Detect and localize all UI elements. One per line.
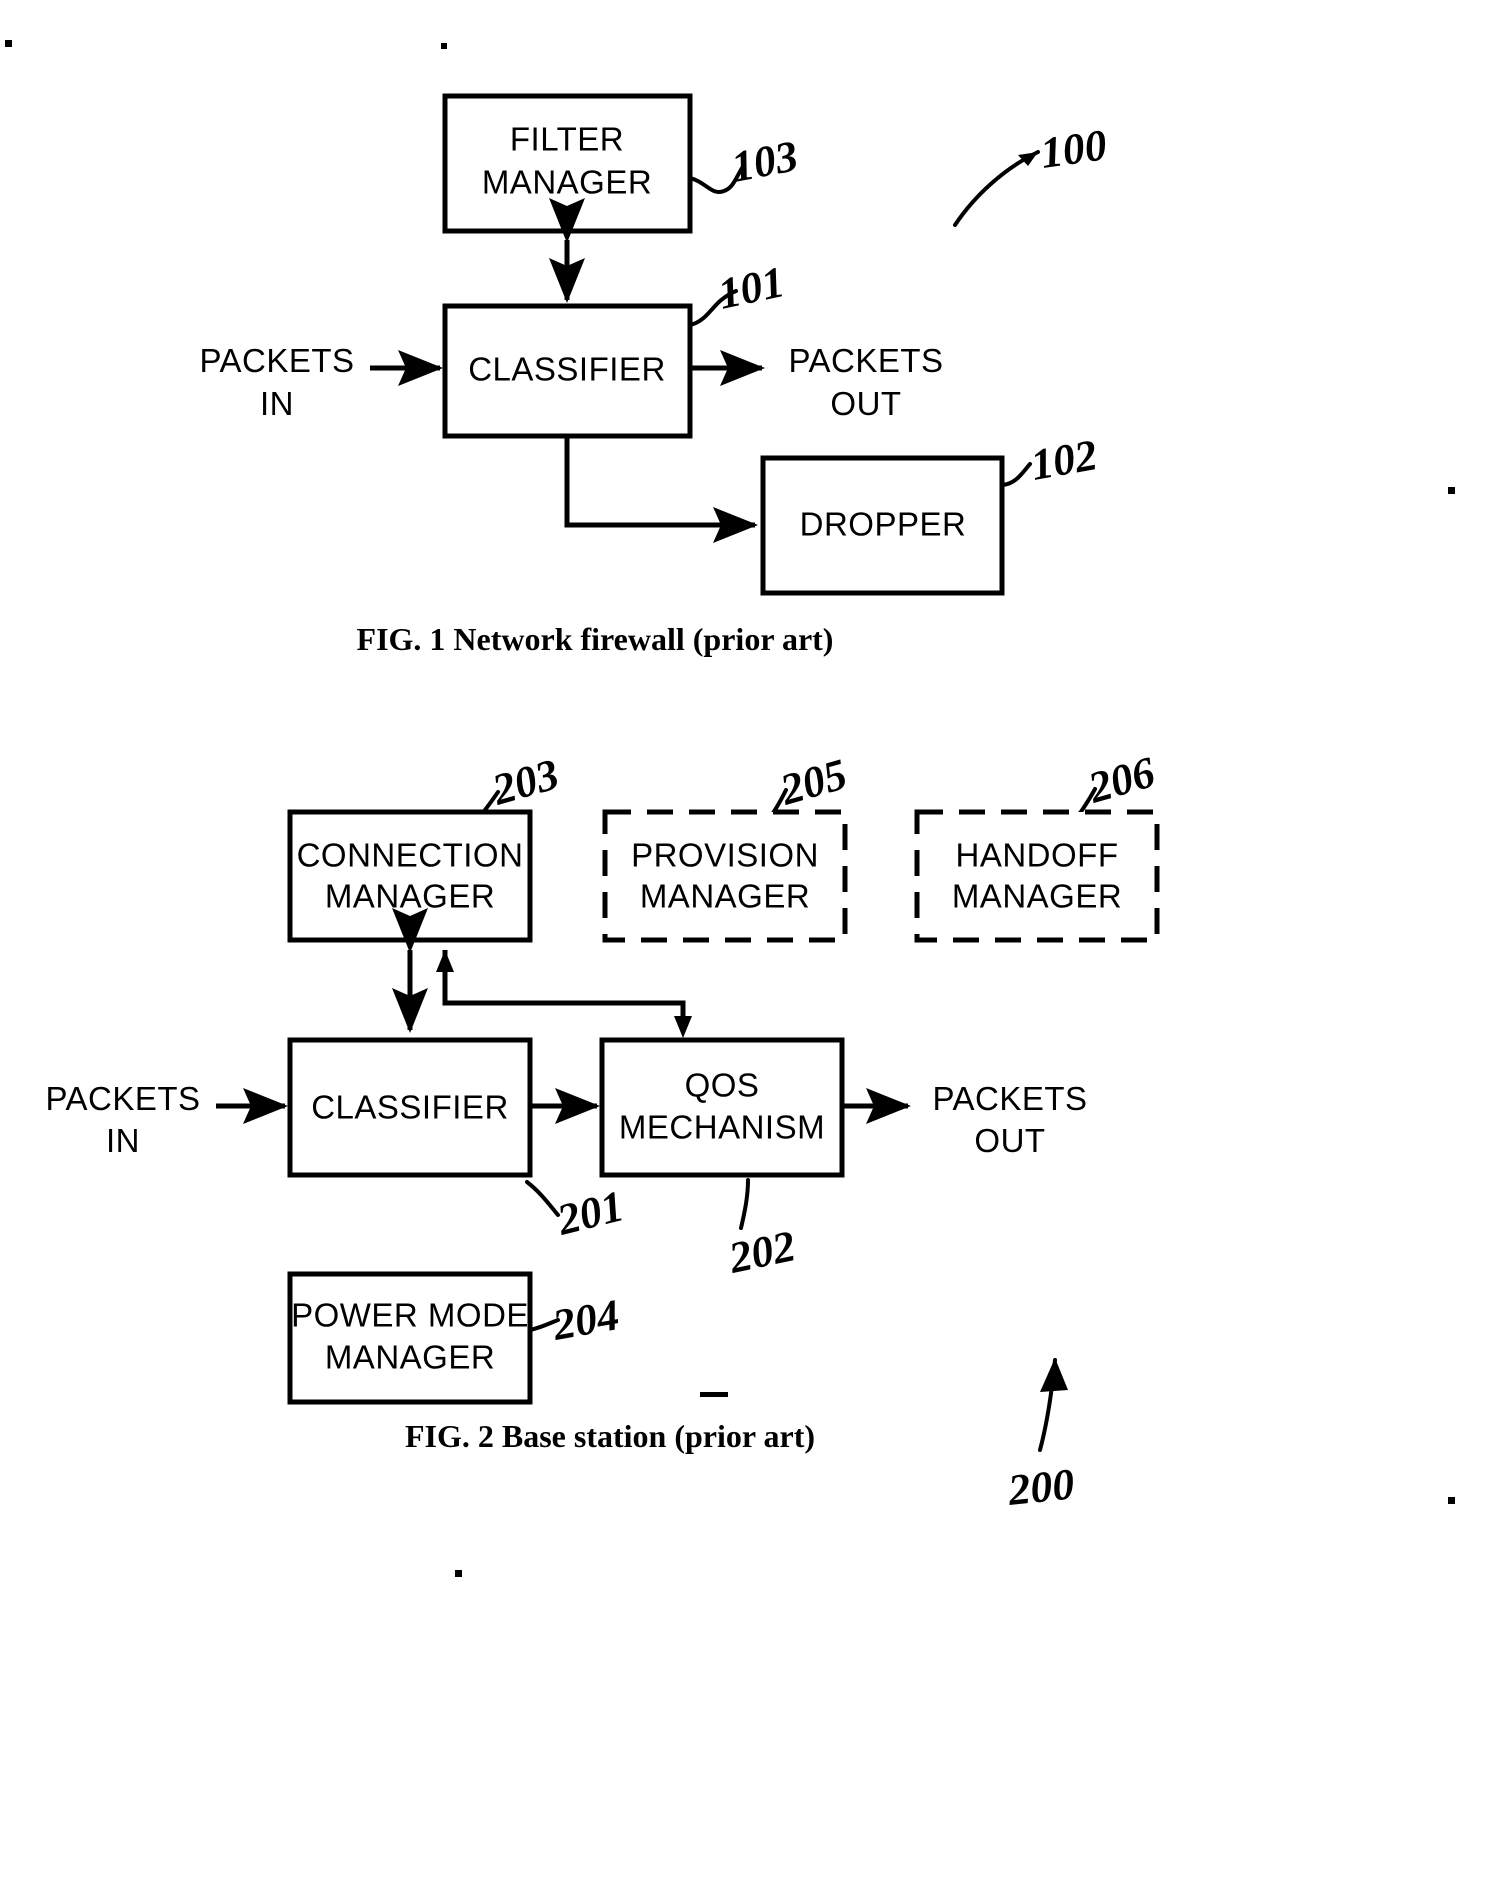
fig2-packets-in-label-line2: IN — [106, 1122, 140, 1159]
fig1-ref-103-label: 103 — [728, 131, 802, 192]
fig2-ref-206-label: 206 — [1082, 747, 1160, 813]
fig2-ref-200-label: 200 — [1005, 1459, 1077, 1515]
page-speck — [455, 1570, 462, 1577]
fig1-ref-100-label: 100 — [1038, 120, 1110, 178]
fig2-ref-202-leader — [739, 1178, 750, 1230]
fig2-provision-manager-box — [602, 809, 848, 943]
fig2-power-mode-manager-label-line1: POWER MODE — [291, 1297, 529, 1334]
fig2-connection-manager-label-line1: CONNECTION — [297, 837, 524, 874]
fig1-filter-manager-label-line2: MANAGER — [482, 164, 652, 201]
fig2-ref-201-label: 201 — [552, 1181, 629, 1245]
fig2-handoff-manager-label-line2: MANAGER — [952, 878, 1122, 915]
fig2-qos-mechanism-label-line2: MECHANISM — [619, 1109, 825, 1146]
fig2-ref-202-label: 202 — [724, 1221, 800, 1283]
fig2-provision-manager-label-line2: MANAGER — [640, 878, 810, 915]
fig2-ref-203-label: 203 — [486, 749, 564, 815]
fig1-ref-102-label: 102 — [1027, 430, 1101, 490]
page-speck — [700, 1392, 728, 1397]
page-speck — [1448, 1497, 1455, 1504]
patent-drawing-sheet: FILTER MANAGER 103 100 CLASSIFIER 101 PA… — [0, 0, 1497, 1903]
fig2-qos-mechanism-box — [599, 1037, 845, 1178]
fig1-caption: FIG. 1 Network firewall (prior art) — [357, 621, 834, 657]
fig2-handoff-manager-label-line1: HANDOFF — [956, 837, 1119, 874]
fig2-qos-connection-arrowhead-up — [436, 950, 454, 972]
fig2-power-mode-manager-label-line2: MANAGER — [325, 1339, 495, 1376]
page-speck — [5, 40, 12, 47]
fig2-packets-out-label-line1: PACKETS — [932, 1080, 1087, 1117]
fig2-ref-204-label: 204 — [548, 1290, 622, 1350]
fig1-dropper-label: DROPPER — [800, 506, 967, 543]
fig2-handoff-manager-box — [914, 809, 1160, 943]
fig1-ref-101-label: 101 — [714, 257, 789, 319]
fig1-ref-102-leader — [1000, 462, 1032, 487]
fig1-packets-in-label-line1: PACKETS — [199, 342, 354, 379]
fig2-classifier-label: CLASSIFIER — [311, 1089, 509, 1126]
fig1-classifier-label: CLASSIFIER — [468, 351, 666, 388]
fig2-packets-out-label-line2: OUT — [974, 1122, 1045, 1159]
fig2-packets-in-label-line1: PACKETS — [45, 1080, 200, 1117]
fig1-packets-out-label-line1: PACKETS — [788, 342, 943, 379]
fig1-classifier-dropper-link — [564, 436, 759, 543]
fig1-packets-in-label-line2: IN — [260, 385, 294, 422]
fig2-qos-connection-link — [442, 950, 686, 1030]
fig2-provision-manager-label-line1: PROVISION — [631, 837, 819, 874]
fig2-caption: FIG. 2 Base station (prior art) — [405, 1418, 815, 1454]
fig1-filter-manager-label-line1: FILTER — [510, 121, 624, 158]
fig2-connection-manager-box — [287, 809, 533, 943]
drawing-canvas: FILTER MANAGER 103 100 CLASSIFIER 101 PA… — [5, 40, 1455, 1577]
page-speck — [441, 43, 447, 49]
fig2-qos-mechanism-label-line1: QOS — [685, 1067, 760, 1104]
page-speck — [1448, 487, 1455, 494]
fig1-packets-out-label-line2: OUT — [830, 385, 901, 422]
fig2-connection-manager-label-line2: MANAGER — [325, 878, 495, 915]
fig2-ref-205-label: 205 — [774, 749, 852, 815]
fig2-qos-connection-arrowhead-down — [674, 1016, 692, 1038]
fig2-ref-200-arrowhead — [1040, 1358, 1068, 1392]
